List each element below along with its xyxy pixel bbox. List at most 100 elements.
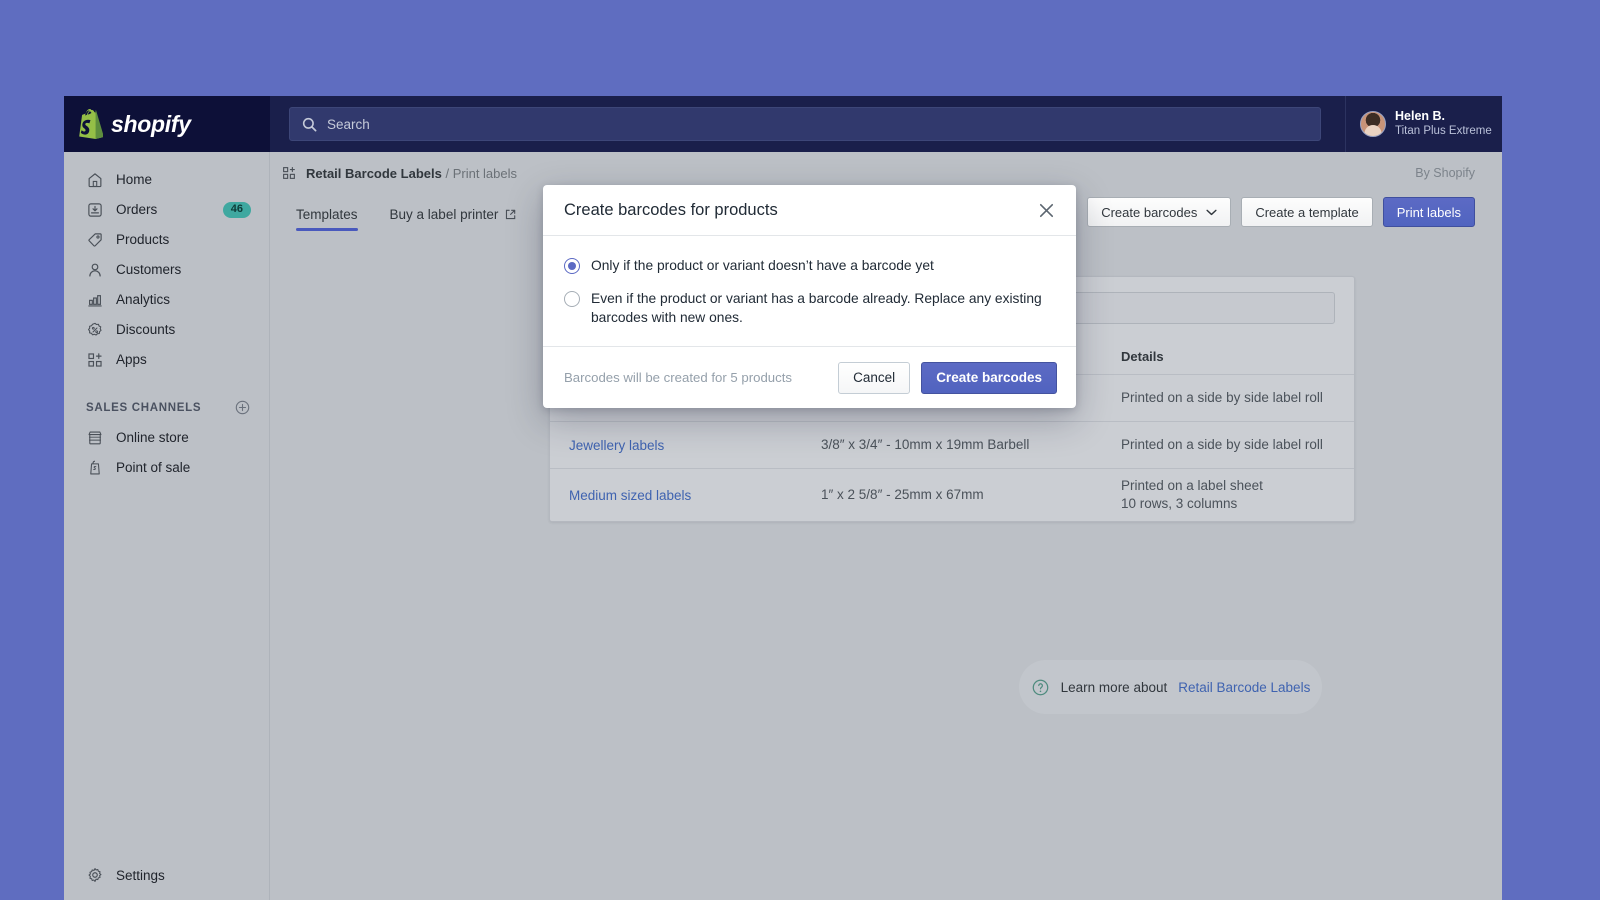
sidebar-item-label: Discounts (116, 322, 175, 337)
create-barcodes-modal: Create barcodes for products Only if the… (543, 185, 1076, 408)
sidebar-item-label: Orders (116, 202, 157, 217)
column-header-details: Details (1121, 349, 1335, 364)
breadcrumb: Retail Barcode Labels / Print labels (306, 166, 517, 181)
brand-wordmark: shopify (111, 111, 191, 138)
breadcrumb-page: Print labels (453, 166, 517, 181)
close-icon[interactable] (1036, 200, 1057, 221)
tab-label: Templates (296, 207, 358, 222)
modal-footer-note: Barcodes will be created for 5 products (564, 370, 827, 385)
percent-badge-icon (86, 321, 104, 339)
sidebar-item-apps[interactable]: Apps (72, 346, 261, 373)
sidebar-item-label: Apps (116, 352, 147, 367)
cancel-label: Cancel (853, 370, 895, 385)
modal-body: Only if the product or variant doesn’t h… (543, 236, 1076, 346)
table-row[interactable]: Jewellery labels 3/8″ x 3/4″ - 10mm x 19… (550, 422, 1354, 469)
sidebar-item-customers[interactable]: Customers (72, 256, 261, 283)
sidebar-item-discounts[interactable]: Discounts (72, 316, 261, 343)
chevron-down-icon (1206, 209, 1217, 216)
sidebar-item-label: Online store (116, 430, 189, 445)
user-avatar (1360, 111, 1386, 137)
sidebar-item-label: Customers (116, 262, 181, 277)
template-size: 1″ x 2 5/8″ - 25mm x 67mm (821, 486, 1121, 504)
user-store-name: Titan Plus Extreme (1395, 124, 1492, 139)
external-link-icon (505, 209, 516, 220)
table-row[interactable]: Medium sized labels 1″ x 2 5/8″ - 25mm x… (550, 469, 1354, 521)
breadcrumb-separator: / (445, 166, 449, 181)
create-barcodes-confirm-label: Create barcodes (936, 370, 1042, 385)
sidebar-item-products[interactable]: Products (72, 226, 261, 253)
modal-footer: Barcodes will be created for 5 products … (543, 346, 1076, 408)
top-bar: shopify Search Helen B. Titan Plus Extre… (64, 96, 1502, 152)
search-area: Search (270, 96, 1345, 152)
sales-channels-title: SALES CHANNELS (86, 402, 201, 414)
create-a-template-button[interactable]: Create a template (1241, 197, 1372, 227)
gear-icon (86, 866, 104, 884)
radio-button[interactable] (564, 291, 580, 307)
sidebar-item-label: Home (116, 172, 152, 187)
radio-button[interactable] (564, 258, 580, 274)
tab-label: Buy a label printer (390, 207, 499, 222)
print-labels-button[interactable]: Print labels (1383, 197, 1475, 227)
learn-more-link[interactable]: Retail Barcode Labels (1178, 680, 1310, 695)
modal-header: Create barcodes for products (543, 185, 1076, 236)
tab-buy-a-label-printer[interactable]: Buy a label printer (390, 194, 517, 234)
shopify-bag-icon (77, 109, 103, 139)
by-shopify-label: By Shopify (1415, 166, 1475, 180)
create-barcodes-confirm-button[interactable]: Create barcodes (921, 362, 1057, 394)
sidebar-item-label: Point of sale (116, 460, 190, 475)
plus-circle-icon[interactable] (234, 399, 251, 416)
cancel-button[interactable]: Cancel (838, 362, 910, 394)
search-icon (302, 117, 317, 132)
tag-icon (86, 231, 104, 249)
sidebar-item-point-of-sale[interactable]: Point of sale (72, 454, 261, 481)
sidebar: Home Orders 46 Products (64, 152, 270, 900)
screen: shopify Search Helen B. Titan Plus Extre… (0, 0, 1600, 900)
tab-templates[interactable]: Templates (296, 194, 358, 234)
sidebar-item-online-store[interactable]: Online store (72, 424, 261, 451)
sidebar-item-label: Products (116, 232, 169, 247)
template-details: Printed on a side by side label roll (1121, 389, 1335, 407)
page-actions: Create barcodes Create a template Print … (1087, 197, 1475, 227)
shopify-brand[interactable]: shopify (64, 96, 270, 152)
sidebar-item-label: Analytics (116, 292, 170, 307)
template-name-link[interactable]: Jewellery labels (569, 438, 821, 453)
template-name-link[interactable]: Medium sized labels (569, 488, 821, 503)
sidebar-item-home[interactable]: Home (72, 166, 261, 193)
user-menu[interactable]: Helen B. Titan Plus Extreme (1345, 96, 1502, 152)
radio-label: Even if the product or variant has a bar… (591, 289, 1055, 327)
apps-grid-plus-icon (86, 351, 104, 369)
radio-label: Only if the product or variant doesn’t h… (591, 256, 934, 275)
home-icon (86, 171, 104, 189)
template-details: Printed on a label sheet 10 rows, 3 colu… (1121, 477, 1335, 513)
template-size: 3/8″ x 3/4″ - 10mm x 19mm Barbell (821, 436, 1121, 454)
person-icon (86, 261, 104, 279)
storefront-icon (86, 429, 104, 447)
learn-more-banner: Learn more about Retail Barcode Labels (1019, 660, 1322, 714)
sidebar-item-settings[interactable]: Settings (64, 866, 270, 884)
template-details: Printed on a side by side label roll (1121, 436, 1335, 454)
settings-label: Settings (116, 868, 165, 883)
learn-more-prefix: Learn more about (1061, 680, 1168, 695)
radio-option-replace-existing[interactable]: Even if the product or variant has a bar… (564, 289, 1055, 327)
question-circle-icon (1031, 678, 1050, 697)
global-search-placeholder: Search (327, 117, 370, 132)
sidebar-item-orders[interactable]: Orders 46 (72, 196, 261, 223)
print-labels-label: Print labels (1397, 205, 1461, 220)
create-barcodes-button[interactable]: Create barcodes (1087, 197, 1231, 227)
orders-inbox-icon (86, 201, 104, 219)
pos-bag-icon (86, 459, 104, 477)
apps-grid-plus-icon (281, 165, 297, 181)
create-a-template-label: Create a template (1255, 205, 1358, 220)
sidebar-nav: Home Orders 46 Products (64, 152, 269, 481)
orders-count-badge: 46 (223, 202, 251, 218)
radio-option-only-if-missing[interactable]: Only if the product or variant doesn’t h… (564, 256, 1055, 275)
sales-channels-header: SALES CHANNELS (86, 399, 251, 416)
modal-title: Create barcodes for products (564, 201, 1036, 220)
user-name: Helen B. (1395, 109, 1492, 124)
global-search-input[interactable]: Search (289, 107, 1321, 141)
create-barcodes-label: Create barcodes (1101, 205, 1197, 220)
user-info: Helen B. Titan Plus Extreme (1395, 109, 1492, 139)
breadcrumb-app[interactable]: Retail Barcode Labels (306, 166, 442, 181)
bar-chart-icon (86, 291, 104, 309)
sidebar-item-analytics[interactable]: Analytics (72, 286, 261, 313)
